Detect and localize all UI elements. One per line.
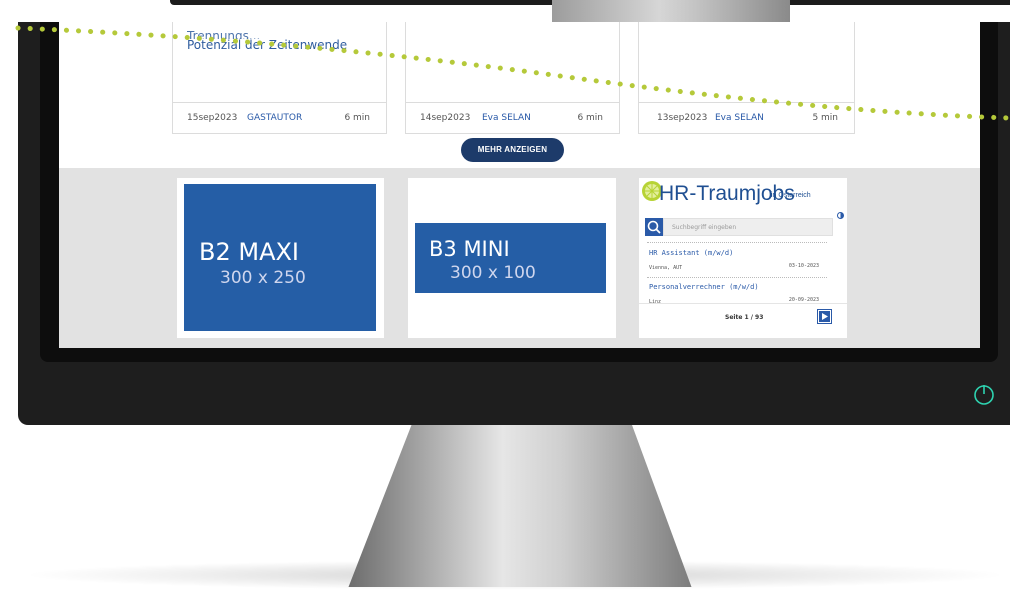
article-date: 13sep2023 (657, 113, 708, 123)
job-title[interactable]: Personalverrechner (m/w/d) (649, 283, 759, 291)
hr-footer: Seite 1 / 93 (639, 303, 847, 338)
article-title[interactable]: Trennungs... Potenzial der Zeitenwende (187, 30, 377, 52)
play-arrow-icon (818, 310, 831, 323)
article-date: 15sep2023 (187, 113, 238, 123)
article-title-text: Potenzial der Zeitenwende (187, 38, 348, 52)
article-card[interactable]: Trennungs... Potenzial der Zeitenwende 1… (172, 22, 387, 134)
search-icon (647, 220, 661, 234)
contrast-icon[interactable] (837, 212, 844, 219)
ad-b3-name: B3 MINI (429, 237, 510, 261)
more-button[interactable]: MEHR ANZEIGEN (461, 138, 564, 162)
search-input[interactable]: Suchbegriff eingeben (663, 218, 833, 236)
hr-widget[interactable]: HR-Traumjobs in Österreich Suchbegriff e… (639, 178, 847, 338)
article-author[interactable]: Eva SELAN (482, 113, 531, 123)
article-author[interactable]: GASTAUTOR (247, 113, 302, 123)
article-meta: 13sep2023 Eva SELAN 5 min (639, 102, 854, 133)
ad-b2-banner[interactable]: B2 MAXI 300 x 250 (184, 184, 376, 331)
ad-b2-maxi[interactable]: B2 MAXI 300 x 250 (177, 178, 384, 338)
search-button[interactable] (645, 218, 663, 236)
article-card[interactable]: 13sep2023 Eva SELAN 5 min (638, 22, 855, 134)
ad-b2-size: 300 x 250 (220, 268, 306, 288)
job-date: 03-10-2023 (788, 263, 819, 269)
ad-b3-mini[interactable]: B3 MINI 300 x 100 (408, 178, 616, 338)
divider (647, 277, 827, 278)
article-meta: 14sep2023 Eva SELAN 6 min (406, 102, 619, 133)
article-read-time: 6 min (577, 113, 603, 123)
article-author[interactable]: Eva SELAN (715, 113, 764, 123)
article-title-partial: Trennungs... (187, 30, 261, 39)
ad-zone: B2 MAXI 300 x 250 B3 MINI 300 x 100 HR-T… (59, 168, 980, 348)
monitor-screen: Trennungs... Potenzial der Zeitenwende 1… (59, 22, 980, 348)
article-card[interactable]: 14sep2023 Eva SELAN 6 min (405, 22, 620, 134)
article-read-time: 6 min (344, 113, 370, 123)
next-page-button[interactable] (817, 309, 832, 324)
ad-b3-banner[interactable]: B3 MINI 300 x 100 (415, 223, 606, 293)
article-date: 14sep2023 (420, 113, 471, 123)
ad-b3-size: 300 x 100 (450, 263, 536, 283)
ad-b2-name: B2 MAXI (199, 238, 300, 266)
job-title[interactable]: HR Assistant (m/w/d) (649, 249, 733, 257)
monitor-stand (348, 425, 692, 587)
power-icon[interactable] (971, 382, 997, 408)
job-location: Vienna, AUT (649, 265, 683, 271)
pagination-label: Seite 1 / 93 (725, 314, 764, 321)
article-meta: 15sep2023 GASTAUTOR 6 min (173, 102, 386, 133)
article-read-time: 5 min (812, 113, 838, 123)
divider (647, 242, 827, 243)
hr-logo-sub: in Österreich (771, 192, 811, 199)
